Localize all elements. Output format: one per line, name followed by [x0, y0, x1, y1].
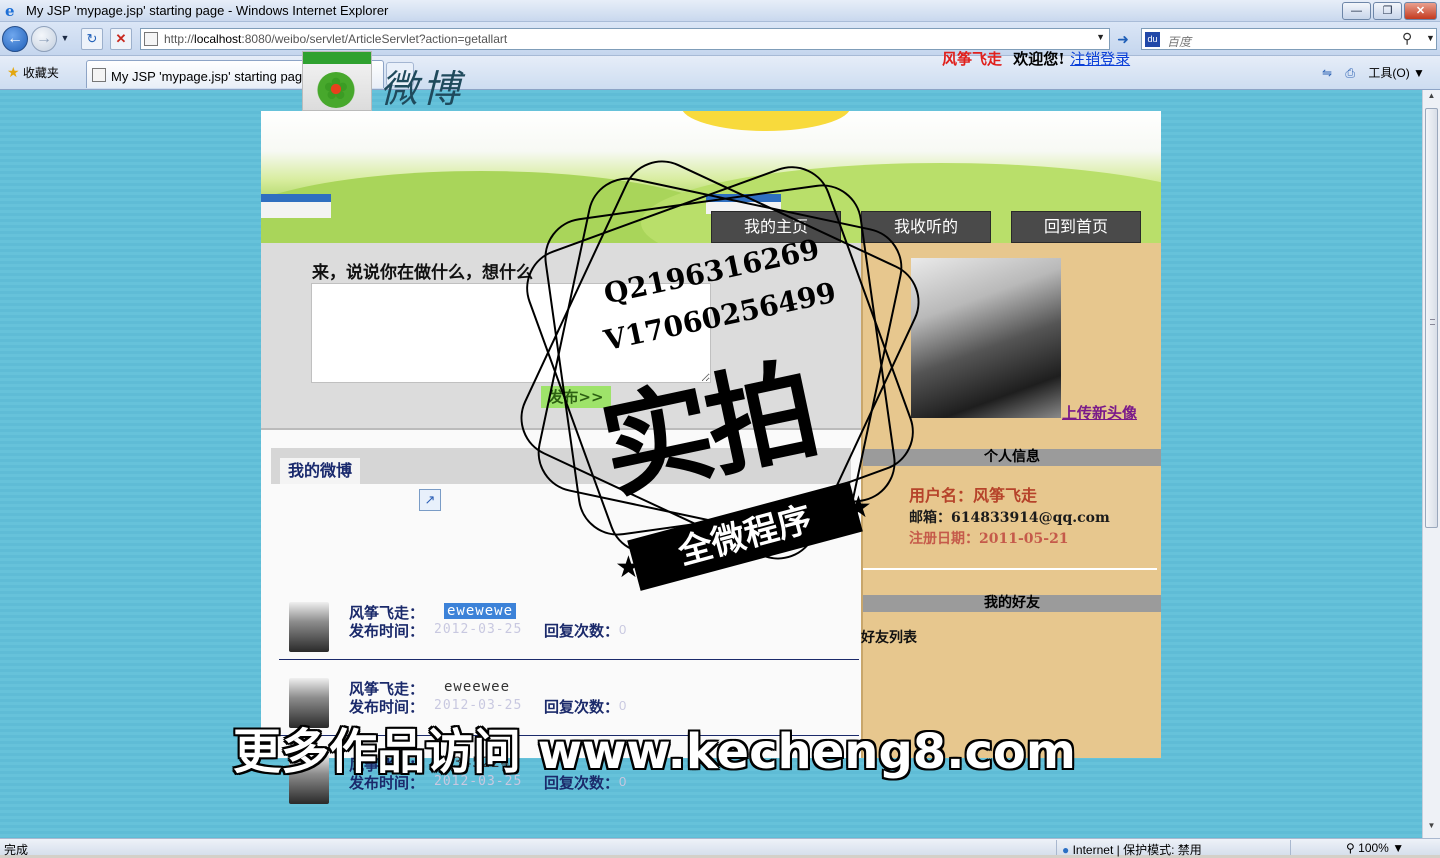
post-button[interactable]: 发布>>: [541, 386, 611, 408]
nav-back-home[interactable]: 回到首页: [1011, 211, 1141, 243]
ie-window: e My JSP 'mypage.jsp' starting page - Wi…: [0, 0, 1440, 858]
history-dropdown-icon[interactable]: ▼: [58, 26, 72, 52]
tab-label: My JSP 'mypage.jsp' starting page: [111, 69, 310, 84]
zoom-dropdown-icon[interactable]: ▼: [1392, 841, 1404, 855]
post-avatar: [289, 602, 329, 652]
minimize-button[interactable]: —: [1342, 2, 1371, 20]
expand-icon[interactable]: ↗: [419, 489, 441, 511]
profile-register-date: 注册日期：2011-05-21: [909, 531, 1069, 547]
profile-avatar: [911, 258, 1061, 418]
tab-bar: ★ 收藏夹 My JSP 'mypage.jsp' starting page …: [0, 56, 1440, 90]
sun-decoration: [681, 111, 851, 131]
vertical-scrollbar[interactable]: ▲ ▼: [1422, 90, 1440, 838]
zoom-level: 100%: [1358, 841, 1389, 855]
scroll-thumb[interactable]: [1425, 108, 1438, 528]
favorites-button[interactable]: ★ 收藏夹: [7, 64, 59, 81]
welcome-area: 风筝飞走 欢迎您! 注销登录: [942, 48, 1130, 69]
window-title: My JSP 'mypage.jsp' starting page - Wind…: [26, 3, 389, 18]
post-divider: [279, 659, 859, 660]
refresh-button[interactable]: ↻: [81, 28, 103, 50]
page-icon: [144, 32, 158, 46]
search-icon[interactable]: ⚲: [1402, 30, 1412, 47]
tools-menu[interactable]: 工具(O): [1368, 66, 1409, 80]
page-icon: [92, 68, 106, 82]
favorites-label: 收藏夹: [22, 66, 59, 80]
sidebar-divider: [863, 568, 1157, 570]
url-path: :8080/weibo/servlet/ArticleServlet?actio…: [241, 32, 508, 46]
post-reply-label: 回复次数：: [544, 622, 620, 640]
baidu-icon: du: [1145, 32, 1160, 47]
compose-prompt: 来，说说你在做什么，想什么: [312, 263, 533, 283]
post-reply-count: 0: [619, 698, 627, 713]
star-icon: ★: [7, 64, 20, 80]
post-time-label: 发布时间：: [349, 622, 425, 640]
feed-header: 我的微博: [271, 448, 851, 484]
address-bar[interactable]: http://localhost:8080/weibo/servlet/Arti…: [140, 28, 1110, 50]
url-host: localhost: [194, 32, 242, 46]
feed-post: 风筝飞走： ewewewe 发布时间： 2012-03-25 回复次数： 0: [279, 602, 859, 678]
search-dropdown-icon[interactable]: ▼: [1426, 33, 1435, 43]
post-content[interactable]: eweewee: [444, 679, 510, 695]
print-icon[interactable]: ⎙: [1345, 66, 1355, 80]
logo-text: 微博: [380, 67, 465, 111]
security-zone[interactable]: ● Internet | 保护模式: 禁用: [1062, 841, 1202, 858]
house-decoration: [261, 194, 331, 218]
logout-link[interactable]: 注销登录: [1070, 50, 1130, 68]
scroll-up-icon[interactable]: ▲: [1424, 91, 1439, 107]
post-time: 2012-03-25: [434, 698, 523, 713]
address-dropdown-icon[interactable]: ▼: [1096, 32, 1105, 42]
status-bar: 完成 ● Internet | 保护模式: 禁用 ⚲ 100% ▼: [0, 838, 1440, 858]
zoom-icon: ⚲: [1346, 841, 1355, 855]
back-button[interactable]: ←: [2, 26, 28, 52]
address-url[interactable]: http://localhost:8080/weibo/servlet/Arti…: [164, 32, 507, 46]
url-scheme: http://: [164, 32, 195, 46]
tools-dropdown-icon[interactable]: ▼: [1413, 66, 1425, 80]
go-arrow-icon[interactable]: ➜: [1112, 28, 1134, 50]
friends-list-label: 好友列表: [861, 630, 917, 646]
zoom-control[interactable]: ⚲ 100% ▼: [1346, 841, 1404, 855]
status-separator: [1056, 840, 1057, 855]
nav-following[interactable]: 我收听的: [861, 211, 991, 243]
status-text: 完成: [4, 843, 29, 857]
feed-title: 我的微博: [280, 458, 361, 484]
grip-icon: [1430, 319, 1435, 325]
profile-email: 邮箱：614833914@qq.com: [909, 510, 1110, 526]
friends-heading: 我的好友: [863, 595, 1161, 612]
forward-button[interactable]: →: [31, 26, 57, 52]
profile-username: 用户名：风筝飞走: [909, 486, 1038, 505]
flower-logo-icon: ✿: [317, 72, 355, 108]
scroll-down-icon[interactable]: ▼: [1424, 821, 1439, 837]
status-separator: [1290, 840, 1291, 855]
navigation-bar: ← → ▼ ↻ ✕ http://localhost:8080/weibo/se…: [0, 22, 1440, 56]
search-box[interactable]: du 百度 ⚲ ▼: [1141, 28, 1437, 50]
close-button[interactable]: ✕: [1404, 2, 1437, 20]
weibo-logo: ✿: [302, 51, 372, 111]
post-reply-count: 0: [619, 622, 627, 637]
post-content[interactable]: ewewewe: [444, 603, 517, 619]
nav-my-home[interactable]: 我的主页: [711, 211, 841, 243]
welcome-text: 欢迎您!: [1013, 50, 1065, 68]
stop-button[interactable]: ✕: [110, 28, 132, 50]
search-placeholder: 百度: [1167, 35, 1192, 49]
header-username: 风筝飞走: [942, 50, 1003, 68]
command-bar: ⇋ ⎙ 工具(O) ▼: [1322, 64, 1425, 81]
ie-logo-icon: e: [5, 2, 15, 20]
upload-avatar-link[interactable]: 上传新头像: [1062, 402, 1137, 423]
title-bar: e My JSP 'mypage.jsp' starting page - Wi…: [0, 0, 1440, 22]
rss-icon[interactable]: ⇋: [1322, 66, 1332, 80]
post-textarea[interactable]: [311, 283, 711, 383]
watermark-footer: 更多作品访问 www.kecheng8.com: [233, 724, 1076, 780]
personal-info-heading: 个人信息: [863, 449, 1161, 466]
post-time: 2012-03-25: [434, 622, 523, 637]
maximize-button[interactable]: ❐: [1373, 2, 1402, 20]
